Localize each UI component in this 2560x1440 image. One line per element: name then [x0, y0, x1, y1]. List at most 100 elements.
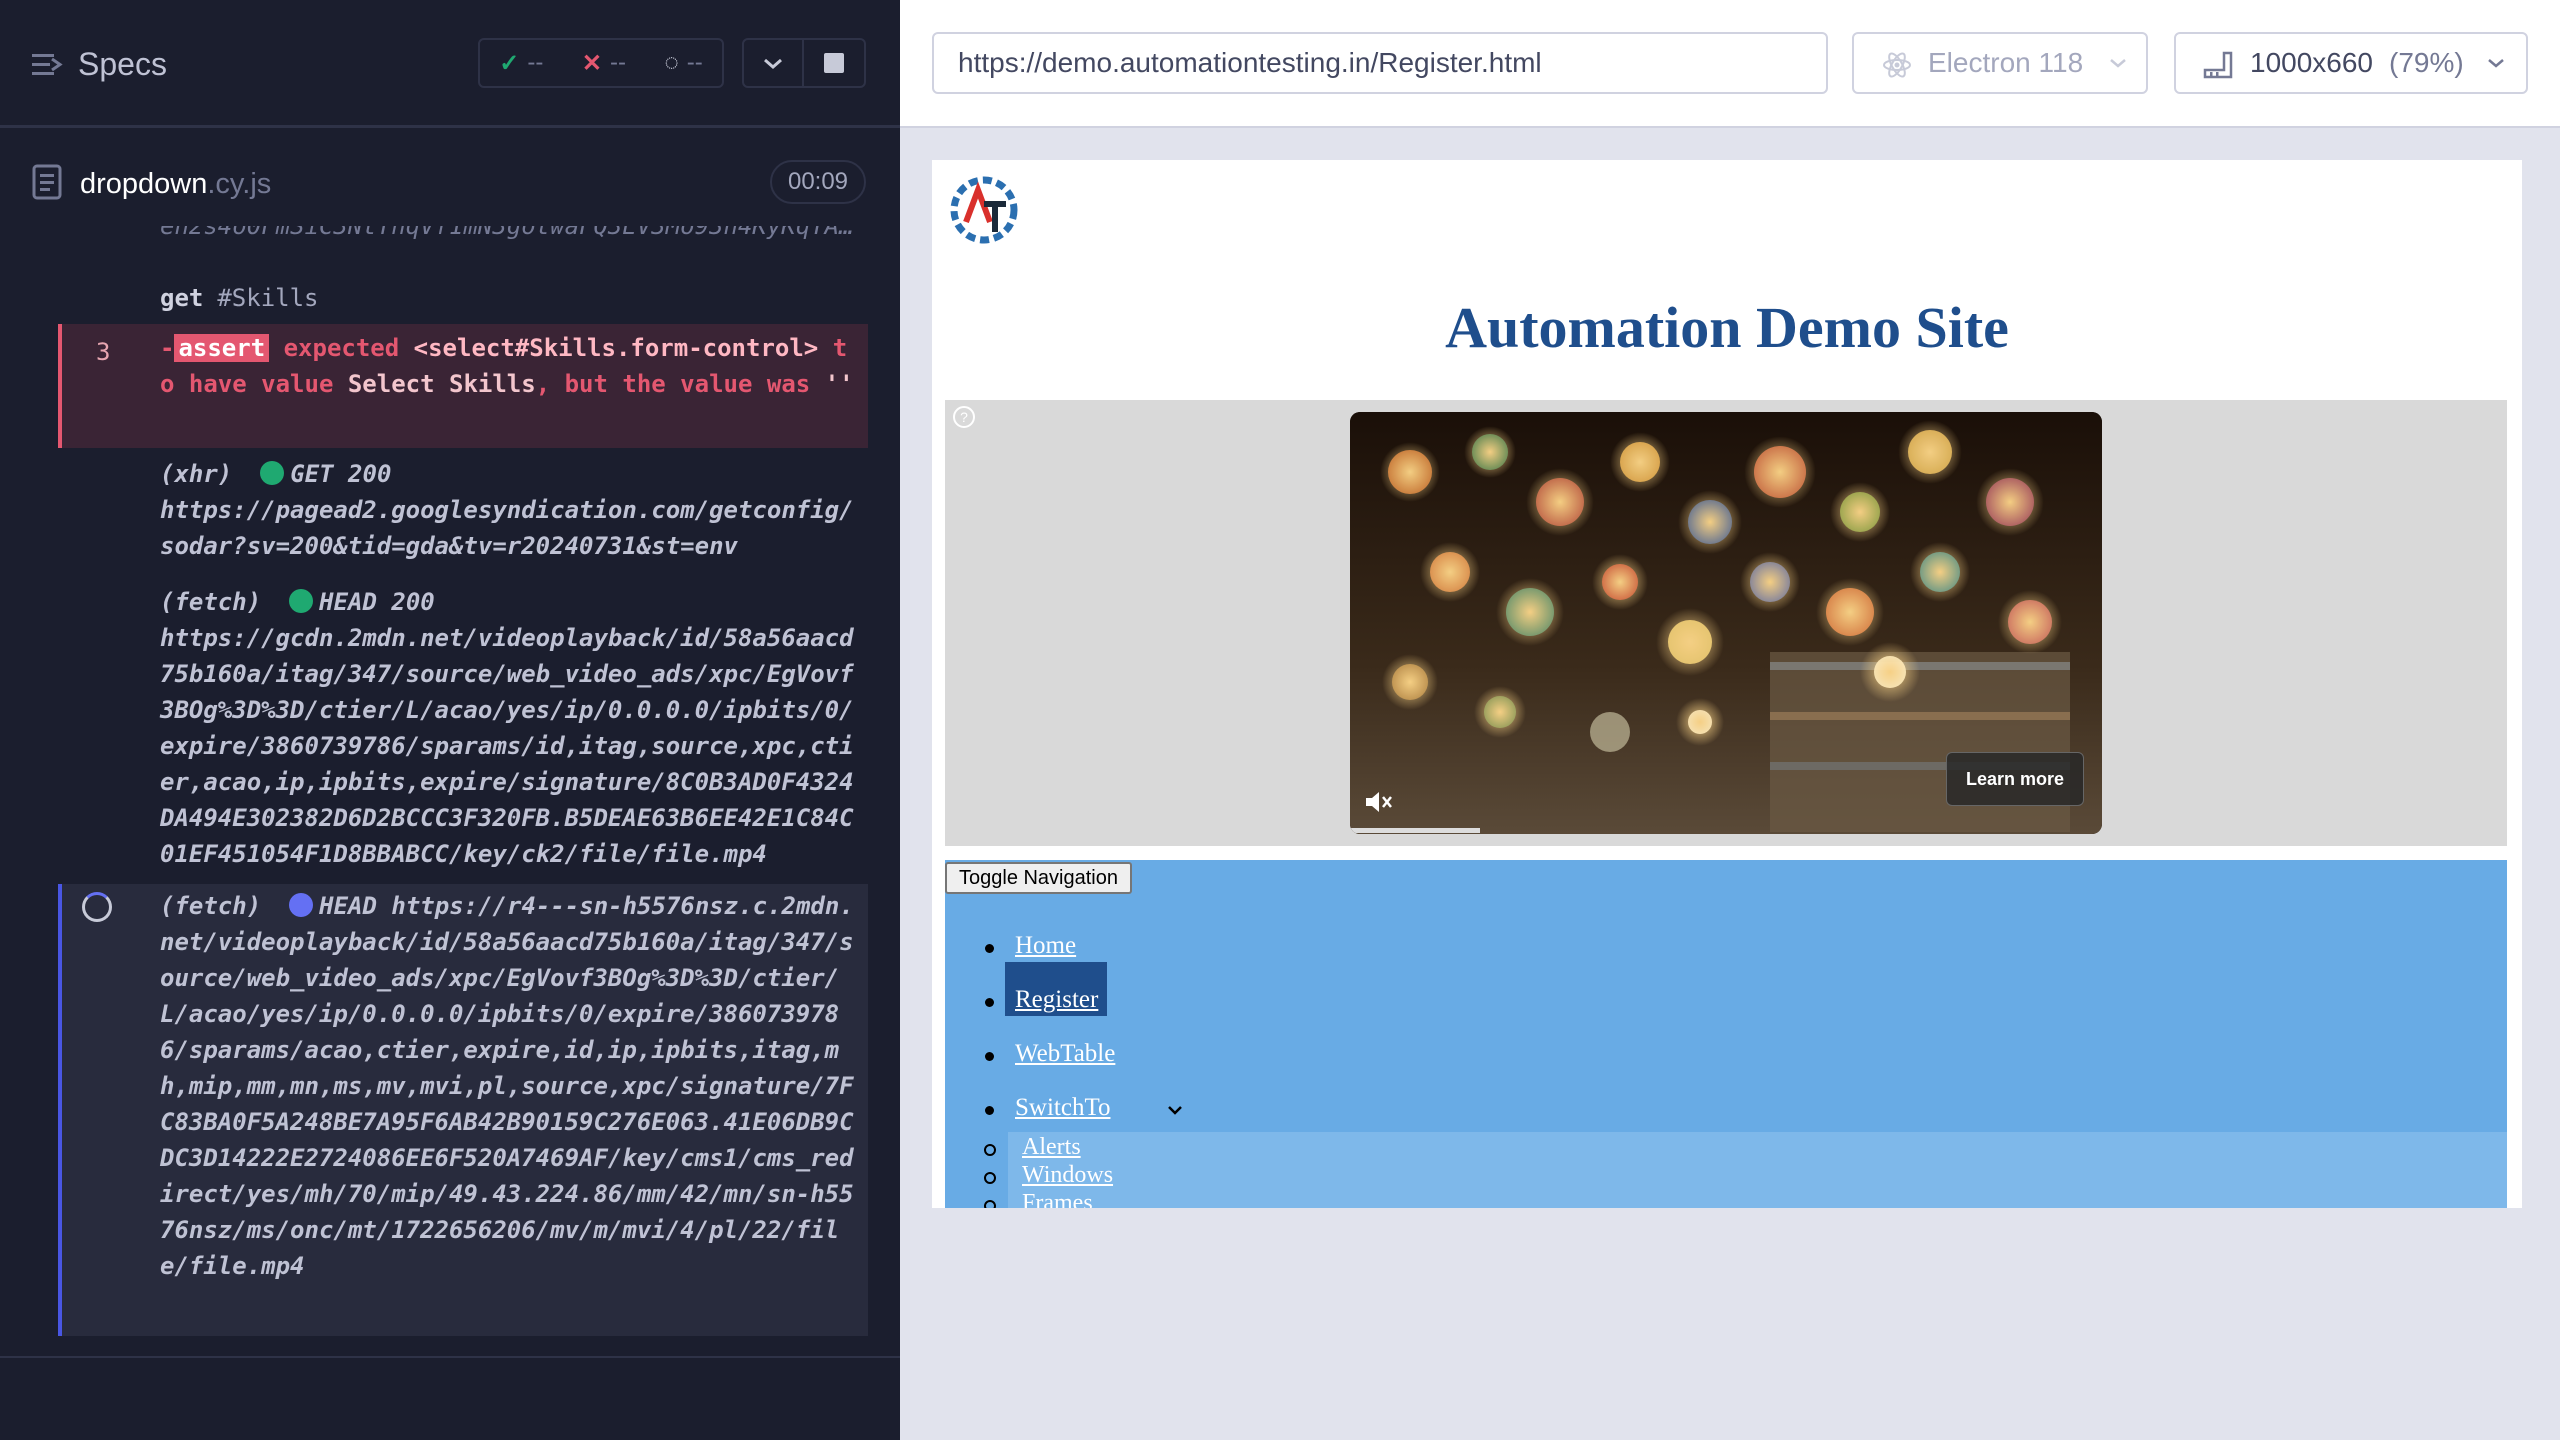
- pending-icon: ◌: [664, 49, 679, 76]
- passed-count: --: [527, 49, 544, 76]
- request-body: (fetch) HEAD https://r4---sn-h5576nsz.c.2…: [160, 888, 860, 1284]
- pending-stat: ◌ --: [664, 49, 702, 77]
- switchto-submenu: Alerts Windows Frames: [984, 1132, 2507, 1208]
- pending-count: --: [686, 49, 703, 76]
- electron-icon: [1883, 52, 1911, 78]
- bullet: [985, 1106, 994, 1115]
- truncated-text: eh2s4o0FmSiC3NtTnqVf1mN3gotwaFQ3EV3Mo93h…: [160, 226, 854, 240]
- submenu-link-alerts[interactable]: Alerts: [1022, 1134, 1081, 1160]
- assert-subject: <select#Skills.form-control>: [413, 334, 819, 362]
- request-url: https://r4---sn-h5576nsz.c.2mdn.net/vide…: [160, 892, 854, 1280]
- failed-stat: ✕ --: [582, 49, 626, 78]
- toggle-navigation-button[interactable]: Toggle Navigation: [945, 862, 1132, 894]
- specs-title[interactable]: Specs: [78, 46, 167, 83]
- video-progress[interactable]: [1350, 828, 1480, 833]
- spec-file-name[interactable]: dropdown.cy.js: [80, 168, 271, 201]
- specs-list-icon[interactable]: [30, 48, 64, 82]
- bullet: [984, 1172, 996, 1184]
- cross-icon: ✕: [581, 49, 602, 77]
- stop-icon: [824, 53, 844, 73]
- ruler-icon: [2203, 51, 2233, 79]
- request-row-fetch-pending[interactable]: (fetch) HEAD https://r4---sn-h5576nsz.c.2…: [58, 884, 868, 1336]
- nav-link-register[interactable]: Register: [1015, 986, 1098, 1014]
- chevron-down-icon: [1168, 1106, 1182, 1115]
- bullet: [985, 1052, 994, 1061]
- assert-message: - assert expected <select#Skills.form-con…: [160, 334, 854, 398]
- chevron-down-icon: [2488, 59, 2504, 68]
- viewport-size: 1000x660: [2250, 47, 2374, 78]
- learn-more-button[interactable]: Learn more: [1946, 752, 2084, 806]
- bullet: [984, 1144, 996, 1156]
- bullet: [985, 998, 994, 1007]
- command-row-get[interactable]: 2 get#Skills: [58, 270, 868, 350]
- duration-badge: 00:09: [770, 160, 866, 204]
- reporter-panel: Specs ✓ -- ✕ -- ◌ -- dropdown.cy.js 00:0…: [0, 0, 900, 1440]
- failed-count: --: [609, 49, 626, 76]
- status-dot-icon: [289, 589, 314, 613]
- test-stats: ✓ -- ✕ -- ◌ --: [478, 38, 724, 88]
- request-status: GET 200: [290, 460, 392, 488]
- request-kind: (fetch): [160, 892, 262, 920]
- specs-header: Specs ✓ -- ✕ -- ◌ --: [0, 0, 900, 128]
- command-log[interactable]: eh2s4o0FmSiC3NtTnqVf1mN3gotwaFQ3EV3Mo93h…: [58, 226, 868, 1336]
- site-logo-icon: [950, 176, 1018, 244]
- url-bar[interactable]: https://demo.automationtesting.in/Regist…: [932, 32, 1828, 94]
- command-arg: #Skills: [217, 284, 319, 312]
- ad-video[interactable]: Learn more: [1350, 412, 2102, 834]
- submenu-item-alerts[interactable]: Alerts: [984, 1134, 1081, 1161]
- spec-file-row: dropdown.cy.js 00:09: [0, 148, 900, 218]
- request-kind: (fetch): [160, 588, 262, 616]
- aut-header: https://demo.automationtesting.in/Regist…: [900, 0, 2560, 128]
- status-dot-icon: [260, 461, 285, 485]
- request-url: https://pagead2.googlesyndication.com/ge…: [160, 496, 854, 560]
- nav-link-webtable[interactable]: WebTable: [1015, 1040, 1115, 1068]
- bullet: [985, 944, 994, 953]
- bullet: [984, 1200, 996, 1208]
- command-number: 3: [96, 338, 111, 366]
- browser-selector[interactable]: Electron 118: [1852, 32, 2148, 94]
- ad-banner[interactable]: ? Learn more: [945, 400, 2507, 846]
- submenu-item-frames[interactable]: Frames: [984, 1190, 1093, 1208]
- assert-expected: Select Skills: [347, 370, 536, 398]
- mute-icon[interactable]: [1362, 786, 1394, 818]
- request-body: (fetch) HEAD 200 https://gcdn.2mdn.net/vi…: [160, 584, 860, 872]
- request-status: HEAD: [319, 892, 377, 920]
- request-kind: (xhr): [160, 460, 233, 488]
- request-body: (xhr) GET 200 https://pagead2.googlesyndi…: [160, 456, 860, 564]
- spec-file-ext: .cy.js: [207, 168, 272, 200]
- site-title: Automation Demo Site: [1445, 295, 2009, 360]
- stop-button[interactable]: [804, 38, 866, 88]
- check-icon: ✓: [499, 49, 520, 77]
- viewport-label: 1000x660 (79%): [2250, 34, 2464, 92]
- assert-word: expected: [283, 334, 400, 362]
- browser-label: Electron 118: [1928, 47, 2084, 78]
- chevron-down-icon: [764, 58, 782, 69]
- status-dot-icon: [289, 893, 314, 917]
- request-url: https://gcdn.2mdn.net/videoplayback/id/5…: [160, 624, 854, 868]
- truncated-log-line: eh2s4o0FmSiC3NtTnqVf1mN3gotwaFQ3EV3Mo93h…: [58, 226, 868, 256]
- command-row-assert-failed[interactable]: 3 - assert expected <select#Skills.form-c…: [58, 324, 868, 448]
- nav-link-switchto[interactable]: SwitchTo: [1015, 1094, 1110, 1122]
- submenu-link-frames[interactable]: Frames: [1022, 1190, 1093, 1208]
- viewport-selector[interactable]: 1000x660 (79%): [2174, 32, 2528, 94]
- nav-link-home[interactable]: Home: [1015, 932, 1076, 960]
- reporter-divider: [0, 1356, 900, 1358]
- site-navbar: Toggle Navigation Home Register WebTable…: [945, 860, 2507, 1208]
- ad-info-icon[interactable]: ?: [953, 406, 975, 428]
- passed-stat: ✓ --: [499, 49, 543, 78]
- assert-actual: '': [824, 370, 854, 398]
- file-icon: [32, 164, 62, 200]
- chevron-down-icon: [2110, 59, 2126, 68]
- assert-word: , but the value was: [535, 370, 811, 398]
- spec-file-base: dropdown: [80, 168, 208, 200]
- request-row-xhr[interactable]: (xhr) GET 200 https://pagead2.googlesyndi…: [58, 456, 868, 576]
- assert-badge: assert: [174, 334, 270, 362]
- loading-spinner-icon: [82, 892, 112, 922]
- request-status: HEAD 200: [319, 588, 435, 616]
- command-body: get #Skills: [160, 280, 860, 316]
- command-name: get: [160, 284, 204, 312]
- submenu-link-windows[interactable]: Windows: [1022, 1162, 1113, 1188]
- submenu-item-windows[interactable]: Windows: [984, 1162, 1113, 1189]
- aut-iframe[interactable]: Automation Demo Site ? Learn more Toggle…: [932, 160, 2522, 1208]
- collapse-button[interactable]: [742, 38, 804, 88]
